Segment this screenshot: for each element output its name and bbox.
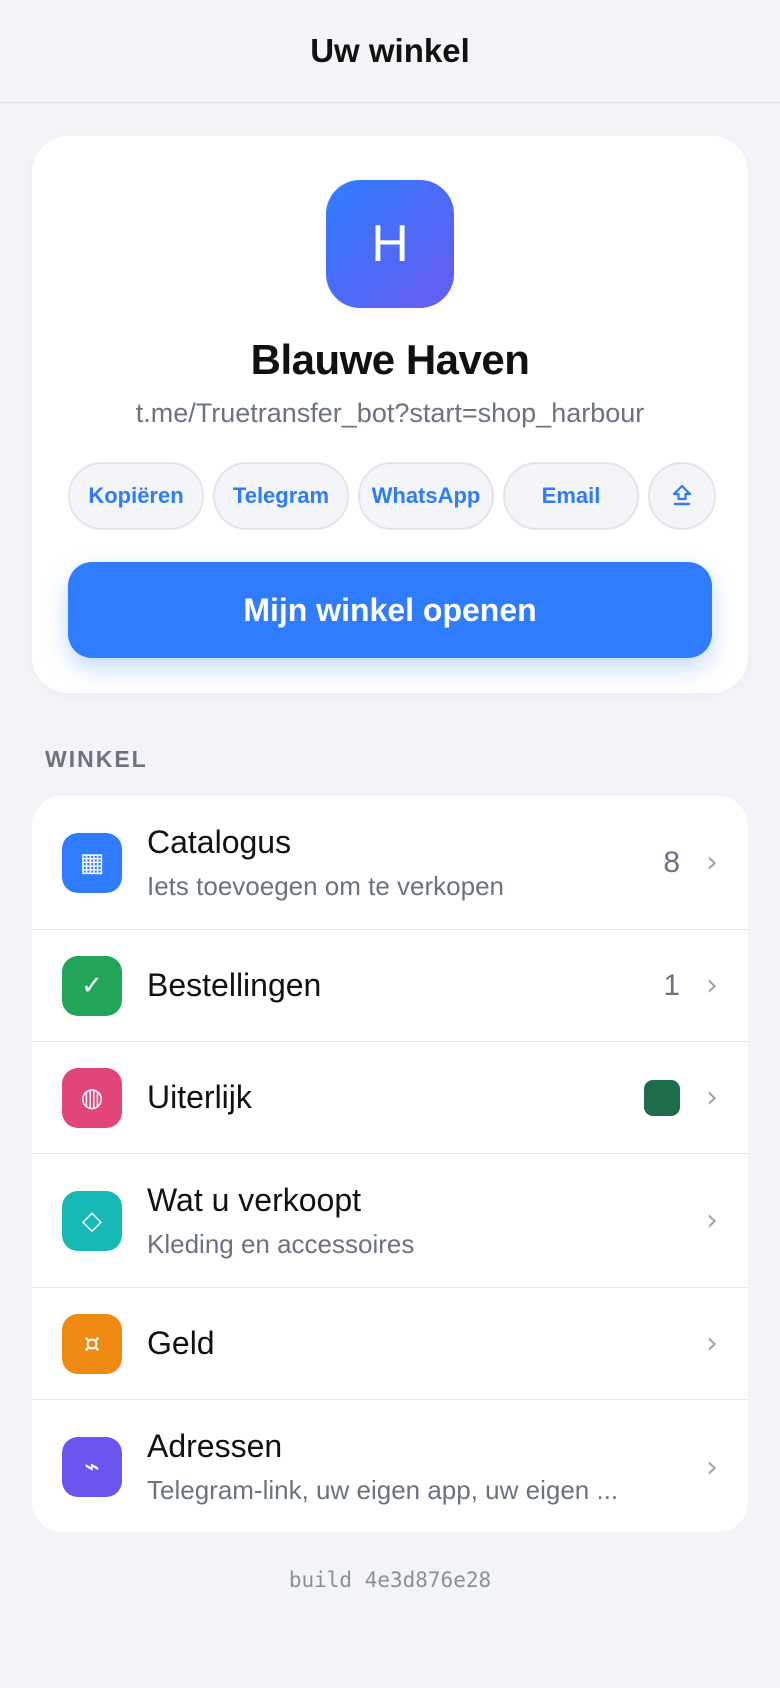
list-item-title: Geld [147,1325,215,1361]
list-item-bestellingen[interactable]: ✓ Bestellingen 1 › [32,930,748,1042]
list-item-subtitle: Iets toevoegen om te verkopen [147,870,505,901]
currency-icon: ¤ [62,1313,122,1374]
share-row: Kopiëren Telegram WhatsApp Email [68,462,716,530]
check-icon: ✓ [62,955,122,1016]
page-title: Uw winkel [310,32,470,69]
shop-name: Blauwe Haven [250,336,530,383]
shop-link[interactable]: t.me/Truetransfer_bot?start=shop_harbour [32,398,748,429]
count-badge: 8 [663,845,680,879]
section-label: WINKEL [45,746,148,772]
grid-icon: ▦ [62,832,122,893]
list-item-adressen[interactable]: ⌁ Adressen Telegram-link, uw eigen app, … [32,1400,748,1532]
share-more-button[interactable] [648,462,716,530]
chevron-right-icon: › [706,1080,718,1115]
color-swatch [644,1079,680,1116]
open-shop-button[interactable]: Mijn winkel openen [68,562,712,658]
settings-list: ▦ Catalogus Iets toevoegen om te verkope… [32,796,748,1532]
list-item-geld[interactable]: ¤ Geld › [32,1288,748,1400]
share-icon [672,484,692,506]
shop-logo-letter: H [371,215,409,273]
list-item-uiterlijk[interactable]: ◍ Uiterlijk › [32,1042,748,1154]
list-item-title: Uiterlijk [147,1079,252,1115]
shop-logo: H [326,180,454,308]
list-item-title: Adressen [147,1428,283,1464]
build-info: build 4e3d876e28 [288,1568,492,1592]
link-icon: ⌁ [62,1437,122,1497]
top-bar: Uw winkel [0,0,780,103]
whatsapp-share-button[interactable]: WhatsApp [358,462,494,530]
list-item-title: Wat u verkoopt [147,1181,362,1218]
chevron-right-icon: › [706,1203,718,1238]
palette-icon: ◍ [62,1067,122,1128]
copy-button[interactable]: Kopiëren [68,462,204,530]
list-item-title: Bestellingen [147,967,322,1003]
chevron-right-icon: › [706,1326,718,1361]
chevron-right-icon: › [706,968,718,1003]
list-item-subtitle: Telegram-link, uw eigen app, uw eigen ..… [147,1475,619,1505]
diamond-icon: ◇ [62,1190,122,1251]
chevron-right-icon: › [706,1449,718,1485]
list-item-subtitle: Kleding en accessoires [147,1228,415,1259]
count-badge: 1 [663,968,680,1002]
list-item-wat-u-verkoopt[interactable]: ◇ Wat u verkoopt Kleding en accessoires … [32,1154,748,1288]
email-share-button[interactable]: Email [503,462,639,530]
shop-card: H Blauwe Haven t.me/Truetransfer_bot?sta… [32,136,748,693]
chevron-right-icon: › [706,845,718,880]
list-item-title: Catalogus [147,823,292,860]
telegram-share-button[interactable]: Telegram [213,462,349,530]
list-item-catalogus[interactable]: ▦ Catalogus Iets toevoegen om te verkope… [32,796,748,930]
